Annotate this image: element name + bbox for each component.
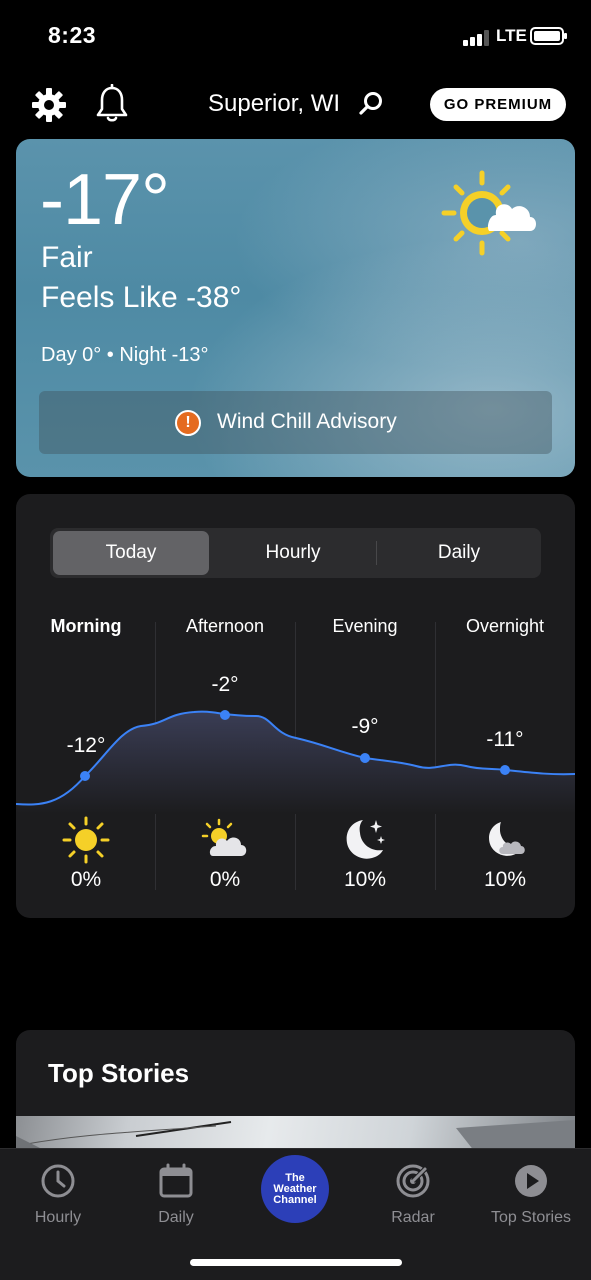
current-condition: Fair [41,241,93,274]
play-icon [515,1165,547,1197]
network-label: LTE [496,26,527,45]
current-conditions-card[interactable]: -17° Fair Feels Like -38° Day 0° • Night… [16,139,575,477]
tab-bar-radar[interactable]: Radar [358,1163,468,1227]
home-indicator[interactable] [190,1259,402,1266]
forecast-card: Today Hourly Daily Morning Afternoon Eve… [16,494,575,918]
night-cloud-icon [489,822,525,856]
tab-daily[interactable]: Daily [380,531,538,575]
status-bar: 8:23 LTE [0,0,591,70]
tab-divider [376,541,377,565]
calendar-icon [159,1163,193,1198]
temp-evening: -9° [351,715,379,738]
forecast-tabs: Today Hourly Daily [50,528,541,578]
period-evening: Evening [332,616,398,636]
sun-cloud-icon [441,170,536,256]
temp-afternoon: -2° [211,673,239,696]
battery-icon [530,27,567,45]
logo-line: Channel [273,1194,317,1206]
temp-morning: -12° [66,734,106,757]
feels-like: Feels Like -38° [41,281,242,314]
temp-point-afternoon [220,710,230,720]
top-stories-card: Top Stories [16,1030,575,1160]
bell-icon[interactable] [94,84,130,124]
tab-bar-daily[interactable]: Daily [121,1163,231,1227]
top-stories-title: Top Stories [48,1058,190,1088]
sunny-icon [62,816,110,864]
tab-bar-hourly[interactable]: Hourly [3,1163,113,1227]
partly-cloudy-icon [201,818,247,856]
tab-bar-top-stories[interactable]: Top Stories [476,1163,586,1227]
precip-morning: 0% [70,868,102,891]
tab-label-hourly: Hourly [34,1209,82,1226]
temp-overnight: -11° [486,728,524,751]
app-header: Superior, WI GO PREMIUM [0,78,591,134]
precip-evening: 10% [343,868,387,891]
location-title[interactable]: Superior, WI [208,90,340,118]
tab-bar: Hourly Daily The Weather Channel Radar T… [0,1148,591,1280]
precip-afternoon: 0% [209,868,241,891]
go-premium-button[interactable]: GO PREMIUM [430,88,566,121]
alert-icon: ! [175,410,201,436]
clock-icon [41,1164,75,1198]
tab-hourly[interactable]: Hourly [214,531,372,575]
tab-label-radar: Radar [391,1209,435,1226]
period-overnight: Overnight [465,616,545,636]
precip-overnight: 10% [483,868,527,891]
search-icon[interactable] [358,91,384,117]
tab-today[interactable]: Today [53,531,209,575]
day-night-temps: Day 0° • Night -13° [41,344,209,366]
radar-icon [396,1164,430,1198]
tab-label-top-stories: Top Stories [490,1209,572,1226]
temp-point-morning [80,771,90,781]
weather-channel-logo[interactable]: The Weather Channel [261,1155,329,1223]
current-temperature: -17° [40,160,170,240]
wind-chill-advisory[interactable]: ! Wind Chill Advisory [39,391,552,454]
period-afternoon: Afternoon [185,616,265,636]
temp-point-overnight [500,765,510,775]
signal-icon [463,30,491,46]
period-morning: Morning [50,616,122,636]
gear-icon[interactable] [30,86,68,124]
clear-night-icon [346,820,385,859]
temp-point-evening [360,753,370,763]
tab-label-daily: Daily [158,1209,194,1226]
status-time: 8:23 [48,22,97,48]
advisory-label: Wind Chill Advisory [217,410,397,433]
